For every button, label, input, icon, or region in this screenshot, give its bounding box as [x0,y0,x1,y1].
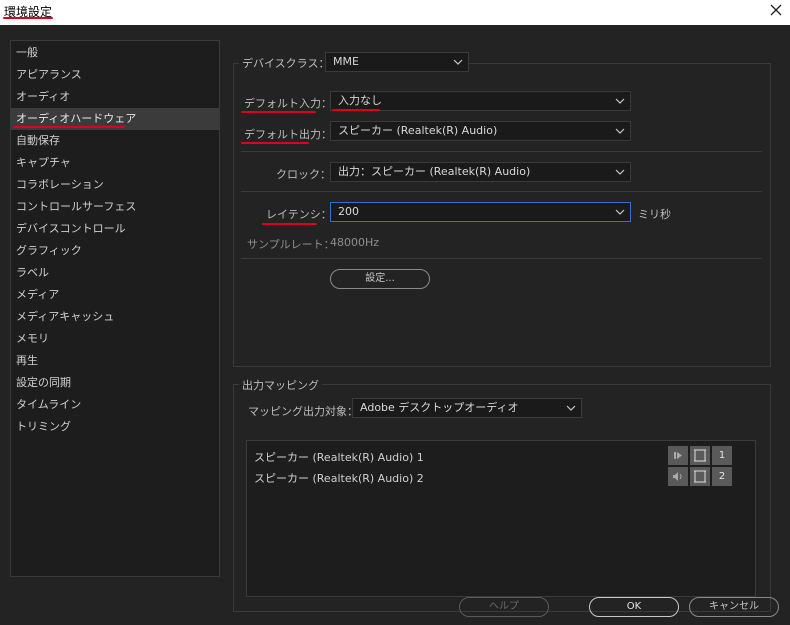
annotation-underline-default-output [241,142,309,144]
sidebar-item-device-control[interactable]: デバイスコントロール [11,218,219,240]
sidebar-item-sync-settings[interactable]: 設定の同期 [11,372,219,394]
latency-select[interactable]: 200 [330,202,631,222]
chevron-down-icon [566,405,576,411]
mapping-target-label: マッピング出力対象： [248,405,358,418]
sidebar-item-capture[interactable]: キャプチャ [11,152,219,174]
help-button[interactable]: ヘルプ [459,597,549,617]
settings-button[interactable]: 設定... [330,269,430,289]
channel-number: 1 [712,446,732,465]
default-output-label: デフォルト出力： [244,128,332,141]
sidebar-item-appearance[interactable]: アピアランス [11,64,219,86]
output-mapping-title: 出力マッピング [239,377,322,393]
channel-number: 2 [712,467,732,486]
sidebar-item-control-surface[interactable]: コントロールサーフェス [11,196,219,218]
default-output-value: スピーカー (Realtek(R) Audio) [338,124,498,137]
device-class-value: MME [333,55,359,68]
sample-rate-value: 48000Hz [330,236,380,249]
mapping-target-select[interactable]: Adobe デスクトップオーディオ [352,398,582,418]
chevron-down-icon [615,209,625,215]
mapping-target-value: Adobe デスクトップオーディオ [360,401,519,414]
sidebar-item-media-cache[interactable]: メディアキャッシュ [11,306,219,328]
chevron-down-icon [615,169,625,175]
annotation-underline-latency [262,223,317,225]
sidebar-item-timeline[interactable]: タイムライン [11,394,219,416]
device-class-label: デバイスクラス： [239,55,333,71]
mapping-row-label: スピーカー (Realtek(R) Audio) 1 [254,451,424,464]
default-input-label: デフォルト入力： [244,97,332,110]
latency-value: 200 [338,205,359,218]
default-output-select[interactable]: スピーカー (Realtek(R) Audio) [330,121,631,141]
sample-rate-label: サンプルレート： [247,238,335,251]
clock-label: クロック： [276,168,331,181]
sidebar-item-autosave[interactable]: 自動保存 [11,130,219,152]
mapping-row-label: スピーカー (Realtek(R) Audio) 2 [254,472,424,485]
frame-icon[interactable] [690,446,710,465]
sidebar-item-audio[interactable]: オーディオ [11,86,219,108]
annotation-underline-input-value [332,109,380,111]
ok-button[interactable]: OK [589,597,679,617]
play-icon[interactable] [668,446,688,465]
default-input-value: 入力なし [338,94,382,107]
clock-value: 出力：スピーカー (Realtek(R) Audio) [338,165,531,178]
speaker-icon[interactable] [668,467,688,486]
sidebar-item-graphics[interactable]: グラフィック [11,240,219,262]
output-mapping-list: スピーカー (Realtek(R) Audio) 1 スピーカー (Realte… [246,440,756,597]
close-icon[interactable] [768,2,784,18]
frame-icon[interactable] [690,467,710,486]
divider [241,191,762,192]
latency-unit: ミリ秒 [638,208,671,221]
default-input-select[interactable]: 入力なし [330,91,631,111]
clock-select[interactable]: 出力：スピーカー (Realtek(R) Audio) [330,162,631,182]
annotation-underline-sidebar [13,126,125,128]
sidebar-item-labels[interactable]: ラベル [11,262,219,284]
sidebar-item-trimming[interactable]: トリミング [11,416,219,438]
chevron-down-icon [615,98,625,104]
sidebar-item-playback[interactable]: 再生 [11,350,219,372]
device-class-select[interactable]: MME [325,52,469,72]
sidebar-item-memory[interactable]: メモリ [11,328,219,350]
latency-label: レイテンシ： [266,208,332,221]
divider [241,258,762,259]
annotation-underline-default-input [241,111,316,113]
divider [241,151,762,152]
chevron-down-icon [453,59,463,65]
annotation-underline-title [3,17,53,19]
sidebar-item-general[interactable]: 一般 [11,42,219,64]
cancel-button[interactable]: キャンセル [689,597,779,617]
chevron-down-icon [615,128,625,134]
sidebar-item-collaboration[interactable]: コラボレーション [11,174,219,196]
sidebar: 一般 アピアランス オーディオ オーディオハードウェア 自動保存 キャプチャ コ… [10,40,220,577]
sidebar-item-media[interactable]: メディア [11,284,219,306]
title-bar: 環境設定 [0,0,790,25]
